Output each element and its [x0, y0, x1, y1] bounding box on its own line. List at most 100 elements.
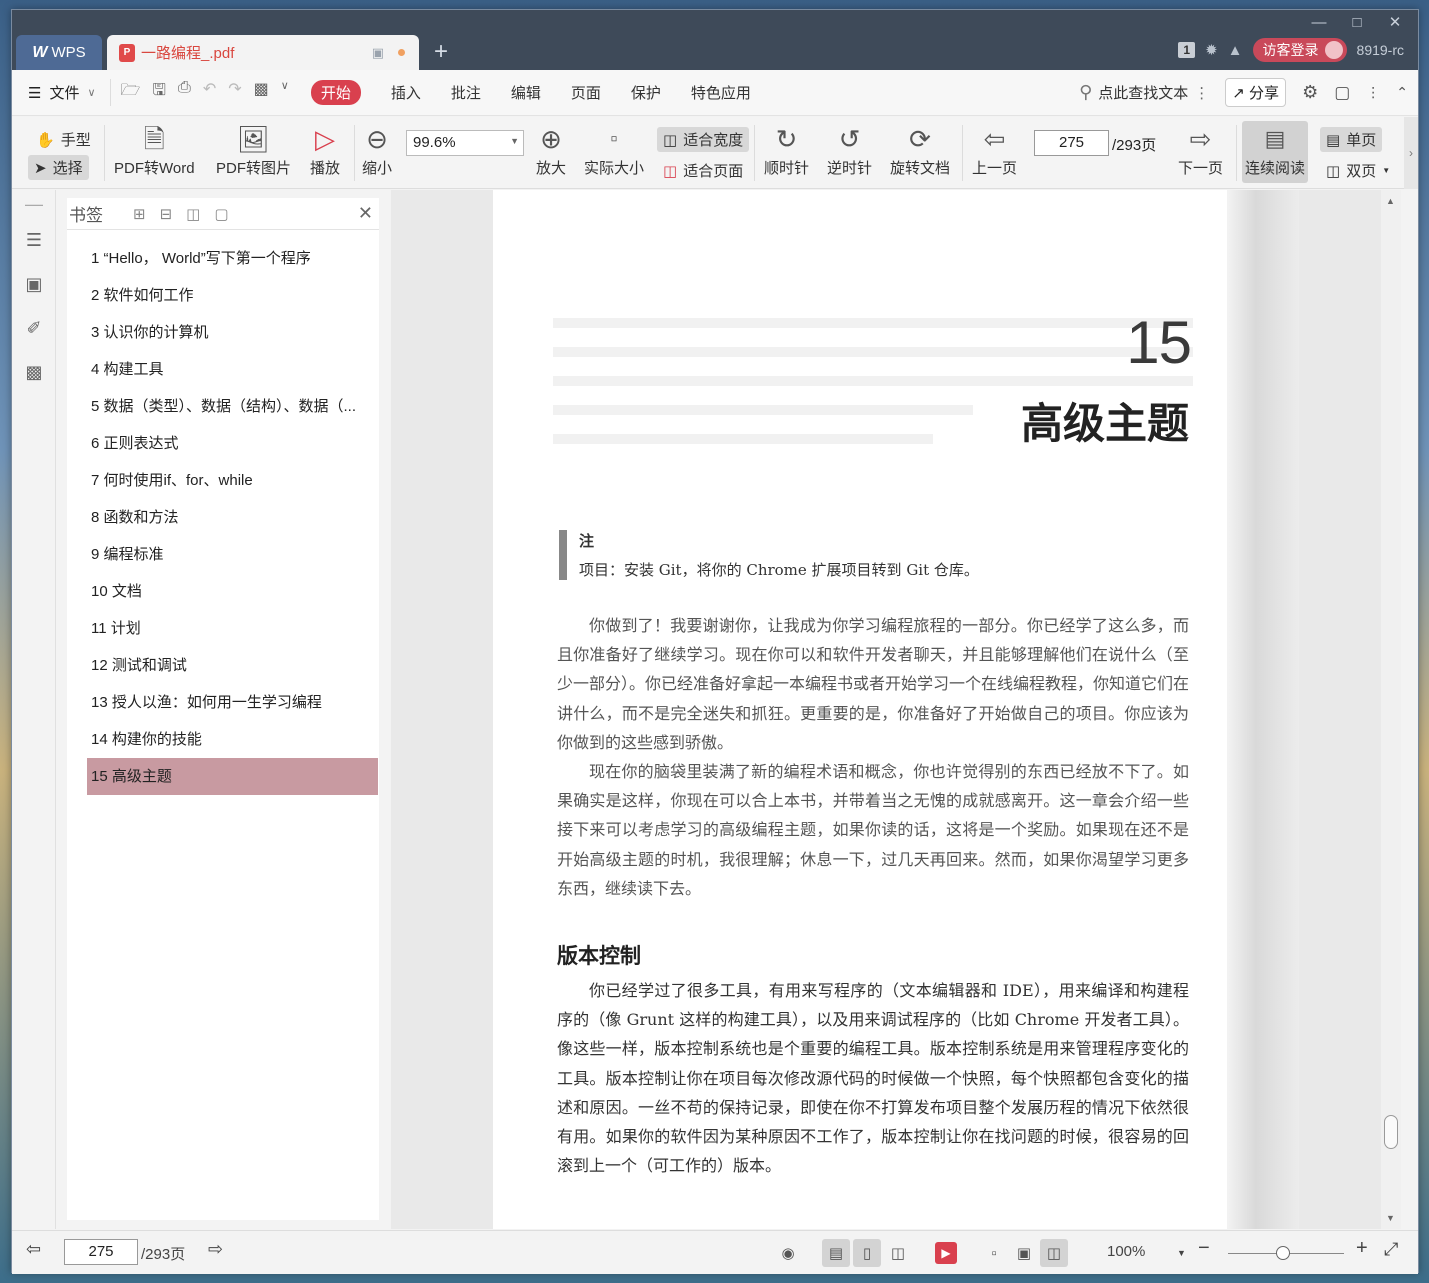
pdf-to-word-button[interactable]: 🗎 PDF转Word: [114, 121, 195, 178]
single-page-button[interactable]: ▤ 单页: [1320, 127, 1383, 152]
bookmark-item[interactable]: 1 “Hello， World”写下第一个程序: [87, 240, 378, 277]
bookmark-item[interactable]: 14 构建你的技能: [87, 721, 378, 758]
minimize-icon[interactable]: —: [1300, 12, 1338, 34]
screen-icon[interactable]: ▣: [372, 45, 384, 61]
bookmark-item[interactable]: 10 文档: [87, 573, 378, 610]
menu-tab-page[interactable]: 页面: [571, 82, 601, 103]
scrollbar-thumb[interactable]: [1384, 1115, 1398, 1149]
collapse-handle-icon[interactable]: —: [12, 190, 56, 218]
ribbon-scroll-right-icon[interactable]: ›: [1404, 117, 1418, 189]
bookmark-settings-icon[interactable]: ▢: [214, 205, 228, 223]
zoom-out-button[interactable]: ⊖ 缩小: [362, 121, 392, 178]
bookmark-item[interactable]: 4 构建工具: [87, 351, 378, 388]
zoom-slider-knob[interactable]: [1276, 1246, 1290, 1260]
annotation-tag-icon[interactable]: ✐: [12, 306, 56, 350]
continuous-reading-button[interactable]: ▤ 连续阅读: [1242, 121, 1308, 183]
file-menu[interactable]: ☰ 文件 ∨: [28, 82, 96, 103]
status-page-input[interactable]: 275: [64, 1239, 138, 1265]
zoom-plus-icon[interactable]: +: [1356, 1237, 1368, 1260]
page-number-input[interactable]: 275: [1034, 130, 1109, 156]
zoom-in-button[interactable]: ⊕ 放大: [536, 121, 566, 178]
window-count-badge[interactable]: 1: [1178, 42, 1196, 58]
bookmark-item[interactable]: 5 数据（类型）、数据（结构）、数据（...: [87, 388, 378, 425]
status-next-page-icon[interactable]: ⇨: [208, 1239, 223, 1260]
print-icon[interactable]: ⎙: [178, 79, 191, 106]
menu-tab-annotate[interactable]: 批注: [451, 82, 481, 103]
bookmark-item[interactable]: 3 认识你的计算机: [87, 314, 378, 351]
bookmark-item[interactable]: 6 正则表达式: [87, 425, 378, 462]
actual-size-button[interactable]: ▫ 实际大小: [584, 121, 644, 178]
bookmark-item[interactable]: 7 何时使用if、for、while: [87, 462, 378, 499]
vertical-scrollbar[interactable]: ▲ ▼: [1381, 190, 1401, 1229]
tab-document[interactable]: P 一路编程_.pdf ▣: [107, 35, 419, 70]
scroll-down-icon[interactable]: ▼: [1386, 1213, 1395, 1223]
collapse-all-icon[interactable]: ⊟: [160, 205, 173, 223]
comment-icon[interactable]: ▢: [1334, 83, 1350, 103]
bookmark-item[interactable]: 2 软件如何工作: [87, 277, 378, 314]
bookmark-item[interactable]: 11 计划: [87, 610, 378, 647]
close-panel-icon[interactable]: ✕: [358, 203, 373, 224]
expand-all-icon[interactable]: ⊞: [133, 205, 146, 223]
eye-protection-icon[interactable]: ◉: [774, 1239, 802, 1267]
zoom-minus-icon[interactable]: −: [1198, 1237, 1210, 1260]
fit-width-status-icon[interactable]: ◫: [1040, 1239, 1068, 1267]
save-icon[interactable]: 🖫: [152, 79, 166, 106]
find-text-search[interactable]: ⚲ 点此查找文本 ⋮: [1079, 82, 1209, 103]
redo-icon[interactable]: ↷: [228, 79, 241, 106]
fit-page-status-icon[interactable]: ▣: [1010, 1239, 1038, 1267]
tab-wps-home[interactable]: W WPS: [16, 35, 102, 70]
close-icon[interactable]: ✕: [1376, 12, 1414, 34]
undo-icon[interactable]: ↶: [203, 79, 216, 106]
zoom-dropdown-icon[interactable]: ▼: [1177, 1248, 1186, 1258]
rotate-document-button[interactable]: ⟳ 旋转文档: [890, 121, 950, 178]
menu-tab-edit[interactable]: 编辑: [511, 82, 541, 103]
zoom-select[interactable]: 99.6% ▼: [406, 130, 524, 156]
outline-list-icon[interactable]: ☰: [12, 218, 56, 262]
bookmark-item[interactable]: 8 函数和方法: [87, 499, 378, 536]
prev-page-button[interactable]: ⇦ 上一页: [972, 121, 1017, 178]
skin-shirt-icon[interactable]: ▲: [1228, 42, 1243, 59]
sync-icon[interactable]: ✹: [1205, 41, 1218, 59]
play-presentation-icon[interactable]: ▶: [935, 1242, 957, 1264]
pdf-to-image-button[interactable]: 🖼 PDF转图片: [216, 121, 291, 178]
play-button[interactable]: ▷ 播放: [310, 121, 340, 178]
export-image-icon[interactable]: ▩: [254, 79, 269, 106]
hand-tool-button[interactable]: ✋ 手型: [30, 127, 97, 152]
share-button[interactable]: ↗ 分享: [1225, 78, 1287, 107]
menu-tab-special[interactable]: 特色应用: [691, 82, 751, 103]
fit-width-button[interactable]: ◫ 适合宽度: [657, 127, 750, 152]
thumbnail-image-icon[interactable]: ▣: [12, 262, 56, 306]
status-zoom-value[interactable]: 100%: [1107, 1243, 1145, 1260]
actual-size-status-icon[interactable]: ▫: [980, 1239, 1008, 1267]
export-picture-icon[interactable]: ▩: [12, 350, 56, 394]
bookmark-item-selected[interactable]: 15 高级主题: [87, 758, 378, 795]
scroll-up-icon[interactable]: ▲: [1386, 196, 1395, 206]
bookmark-item[interactable]: 13 授人以渔：如何用一生学习编程: [87, 684, 378, 721]
more-vertical-icon[interactable]: ⋮: [1194, 84, 1209, 102]
double-page-view-icon[interactable]: ◫: [884, 1239, 912, 1267]
fit-page-button[interactable]: ◫ 适合页面: [657, 158, 749, 183]
menu-tab-insert[interactable]: 插入: [391, 82, 421, 103]
bookmark-item[interactable]: 12 测试和调试: [87, 647, 378, 684]
menu-tab-protect[interactable]: 保护: [631, 82, 661, 103]
single-page-view-icon[interactable]: ▯: [853, 1239, 881, 1267]
next-page-button[interactable]: ⇨ 下一页: [1178, 121, 1223, 178]
more-menu-icon[interactable]: ⋮: [1366, 84, 1380, 101]
fullscreen-icon[interactable]: ⤢: [1384, 1239, 1398, 1260]
menu-tab-start[interactable]: 开始: [310, 80, 361, 105]
rotate-counterclockwise-button[interactable]: ↺ 逆时针: [827, 121, 872, 178]
gear-icon[interactable]: ⚙: [1302, 82, 1318, 103]
double-page-button[interactable]: ◫ 双页 ▼: [1320, 158, 1396, 183]
select-tool-button[interactable]: ➤ 选择: [28, 155, 89, 180]
collapse-ribbon-icon[interactable]: ⌃: [1396, 84, 1408, 101]
visitor-login-button[interactable]: 访客登录: [1252, 38, 1347, 62]
status-prev-page-icon[interactable]: ⇦: [26, 1239, 41, 1260]
add-bookmark-icon[interactable]: ◫: [186, 205, 200, 223]
continuous-view-icon[interactable]: ▤: [822, 1239, 850, 1267]
document-view[interactable]: 15 高级主题 注 项目：安装 Git，将你的 Chrome 扩展项目转到 Gi…: [391, 190, 1401, 1229]
open-folder-icon[interactable]: 🗁: [121, 79, 141, 106]
more-dropdown-icon[interactable]: ∨: [281, 79, 289, 106]
zoom-slider[interactable]: [1228, 1246, 1344, 1260]
rotate-clockwise-button[interactable]: ↻ 顺时针: [764, 121, 809, 178]
maximize-icon[interactable]: □: [1338, 12, 1376, 34]
